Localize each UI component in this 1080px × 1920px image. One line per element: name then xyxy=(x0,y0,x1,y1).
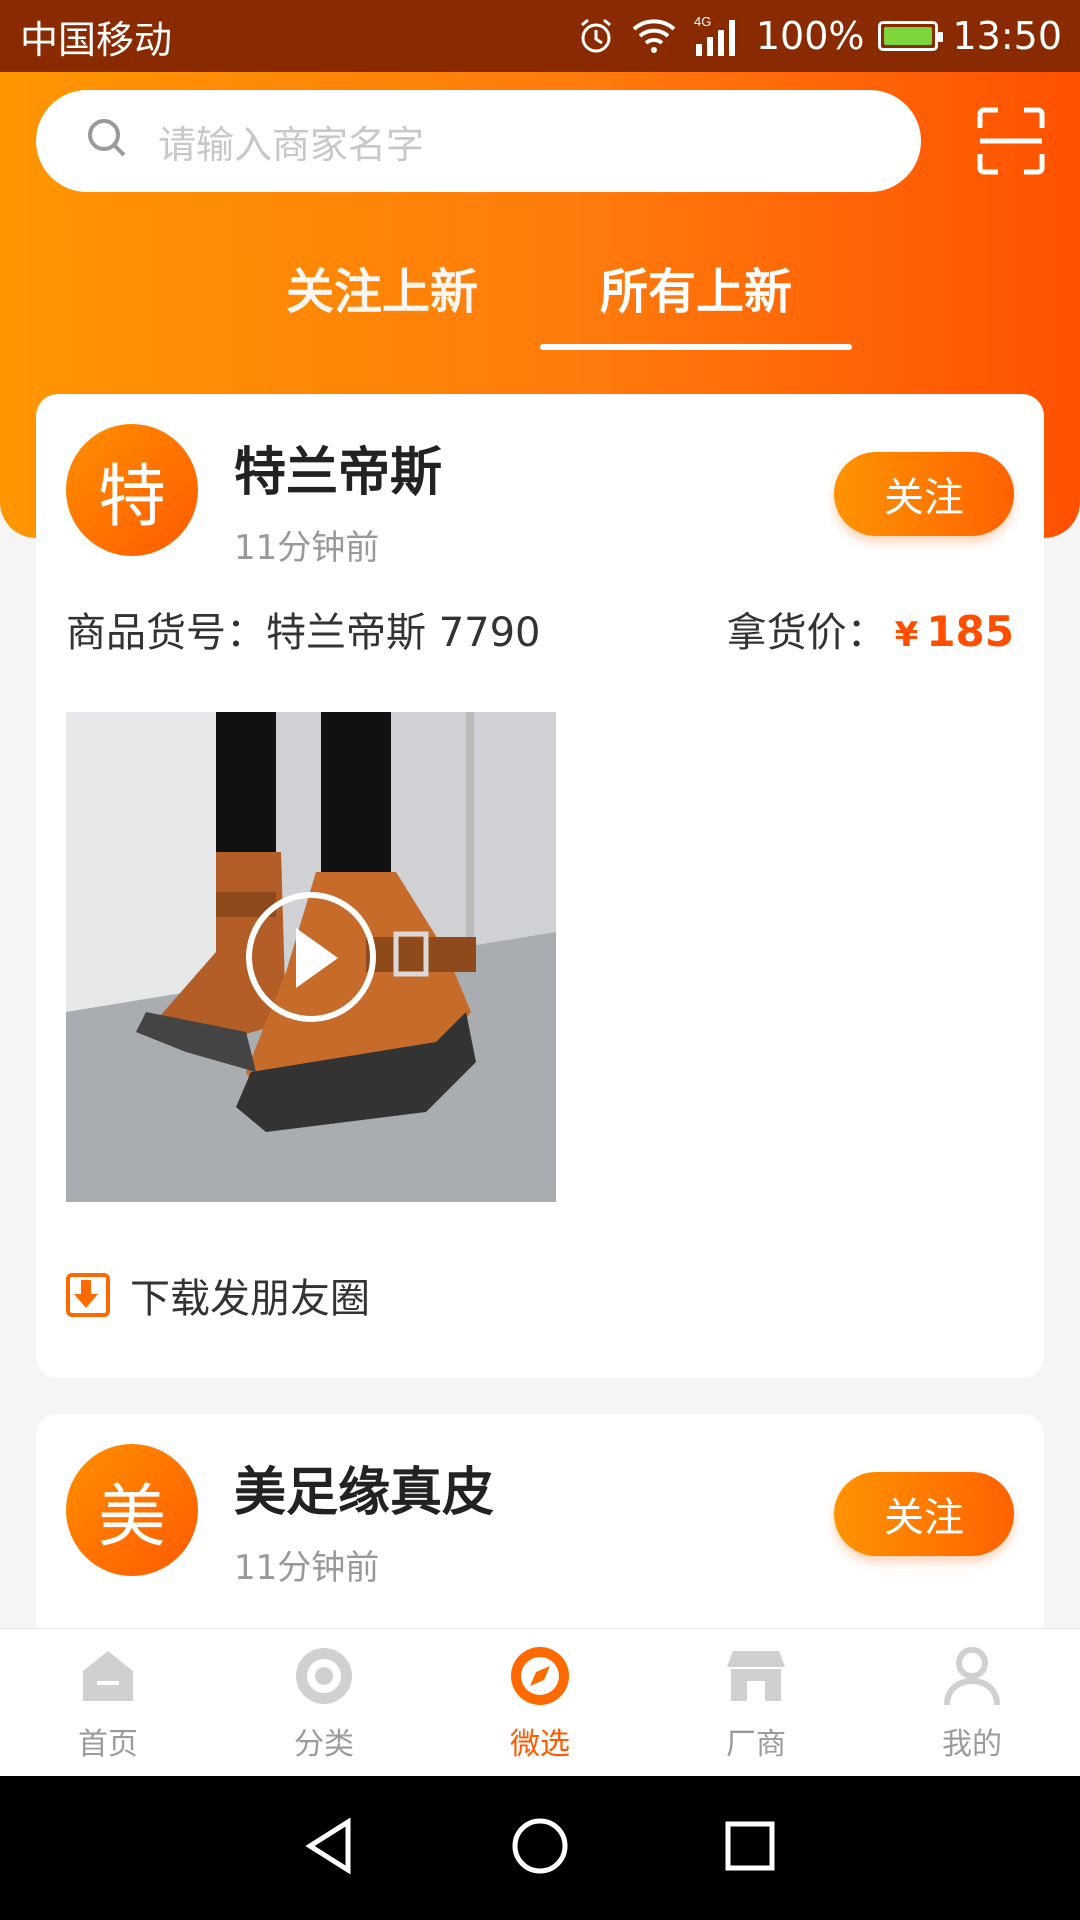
merchant-name[interactable]: 美足缘真皮 xyxy=(234,1450,494,1525)
search-input[interactable]: 请输入商家名字 xyxy=(36,90,921,192)
nav-weixuan-label: 微选 xyxy=(510,1726,570,1762)
home-circle-icon[interactable] xyxy=(510,1816,570,1880)
status-icons: 4G 100% 13:50 xyxy=(576,14,1062,58)
active-tab-indicator xyxy=(540,344,852,350)
download-share-button[interactable]: 下载发朋友圈 xyxy=(66,1266,370,1324)
product-video-thumbnail[interactable] xyxy=(66,712,556,1202)
user-icon xyxy=(939,1643,1005,1713)
wifi-icon xyxy=(630,17,678,55)
nav-category-label: 分类 xyxy=(294,1726,354,1762)
product-card: 特 特兰帝斯 11分钟前 关注 商品货号：特兰帝斯 7790 拿货价： ¥ 18… xyxy=(36,394,1044,1378)
play-icon[interactable] xyxy=(246,892,376,1022)
nav-manufacturer-label: 厂商 xyxy=(726,1726,786,1762)
avatar[interactable]: 特 xyxy=(66,424,198,556)
nav-manufacturer[interactable]: 厂商 xyxy=(648,1629,864,1776)
nav-home-label: 首页 xyxy=(78,1726,138,1762)
tab-bar: 关注上新 所有上新 xyxy=(0,252,1080,372)
post-time: 11分钟前 xyxy=(234,528,380,568)
network-type: 4G xyxy=(694,14,711,29)
signal-icon: 4G xyxy=(692,14,742,58)
carrier: 中国移动 xyxy=(20,17,173,62)
battery-icon xyxy=(878,21,944,51)
recents-icon[interactable] xyxy=(720,1816,780,1880)
search-icon xyxy=(84,115,132,167)
back-icon[interactable] xyxy=(300,1816,360,1880)
search-placeholder: 请输入商家名字 xyxy=(158,122,425,167)
currency-symbol: ¥ xyxy=(894,615,919,655)
battery-percent: 100% xyxy=(755,14,865,58)
follow-button[interactable]: 关注 xyxy=(834,1472,1014,1556)
home-icon xyxy=(75,1643,141,1713)
store-icon xyxy=(723,1643,789,1713)
system-navigation-bar xyxy=(0,1776,1080,1920)
category-icon xyxy=(291,1643,357,1713)
clock: 13:50 xyxy=(952,14,1062,58)
price-label: 拿货价： xyxy=(726,610,887,656)
nav-weixuan[interactable]: 微选 xyxy=(432,1629,648,1776)
bottom-navigation: 首页 分类 微选 厂商 我的 xyxy=(0,1628,1080,1776)
scan-icon[interactable] xyxy=(976,106,1046,176)
compass-icon xyxy=(507,1643,573,1713)
download-label: 下载发朋友圈 xyxy=(130,1276,370,1322)
follow-button[interactable]: 关注 xyxy=(834,452,1014,536)
sku-info: 商品货号：特兰帝斯 7790 xyxy=(66,600,541,658)
nav-category[interactable]: 分类 xyxy=(216,1629,432,1776)
status-bar: 中国移动 4G 100% 13:50 xyxy=(0,0,1080,72)
price-info: 拿货价： ¥ 185 xyxy=(727,600,1014,658)
download-icon xyxy=(66,1273,110,1317)
sku-value: 特兰帝斯 7790 xyxy=(266,610,541,656)
nav-home[interactable]: 首页 xyxy=(0,1629,216,1776)
tab-all-new[interactable]: 所有上新 xyxy=(590,252,802,322)
merchant-name[interactable]: 特兰帝斯 xyxy=(234,430,442,505)
alarm-icon xyxy=(576,16,616,56)
price-value: 185 xyxy=(926,607,1014,656)
avatar[interactable]: 美 xyxy=(66,1444,198,1576)
post-time: 11分钟前 xyxy=(234,1548,380,1588)
tab-following-new[interactable]: 关注上新 xyxy=(282,252,482,322)
sku-label: 商品货号： xyxy=(66,610,266,656)
nav-profile-label: 我的 xyxy=(942,1726,1002,1762)
nav-profile[interactable]: 我的 xyxy=(864,1629,1080,1776)
